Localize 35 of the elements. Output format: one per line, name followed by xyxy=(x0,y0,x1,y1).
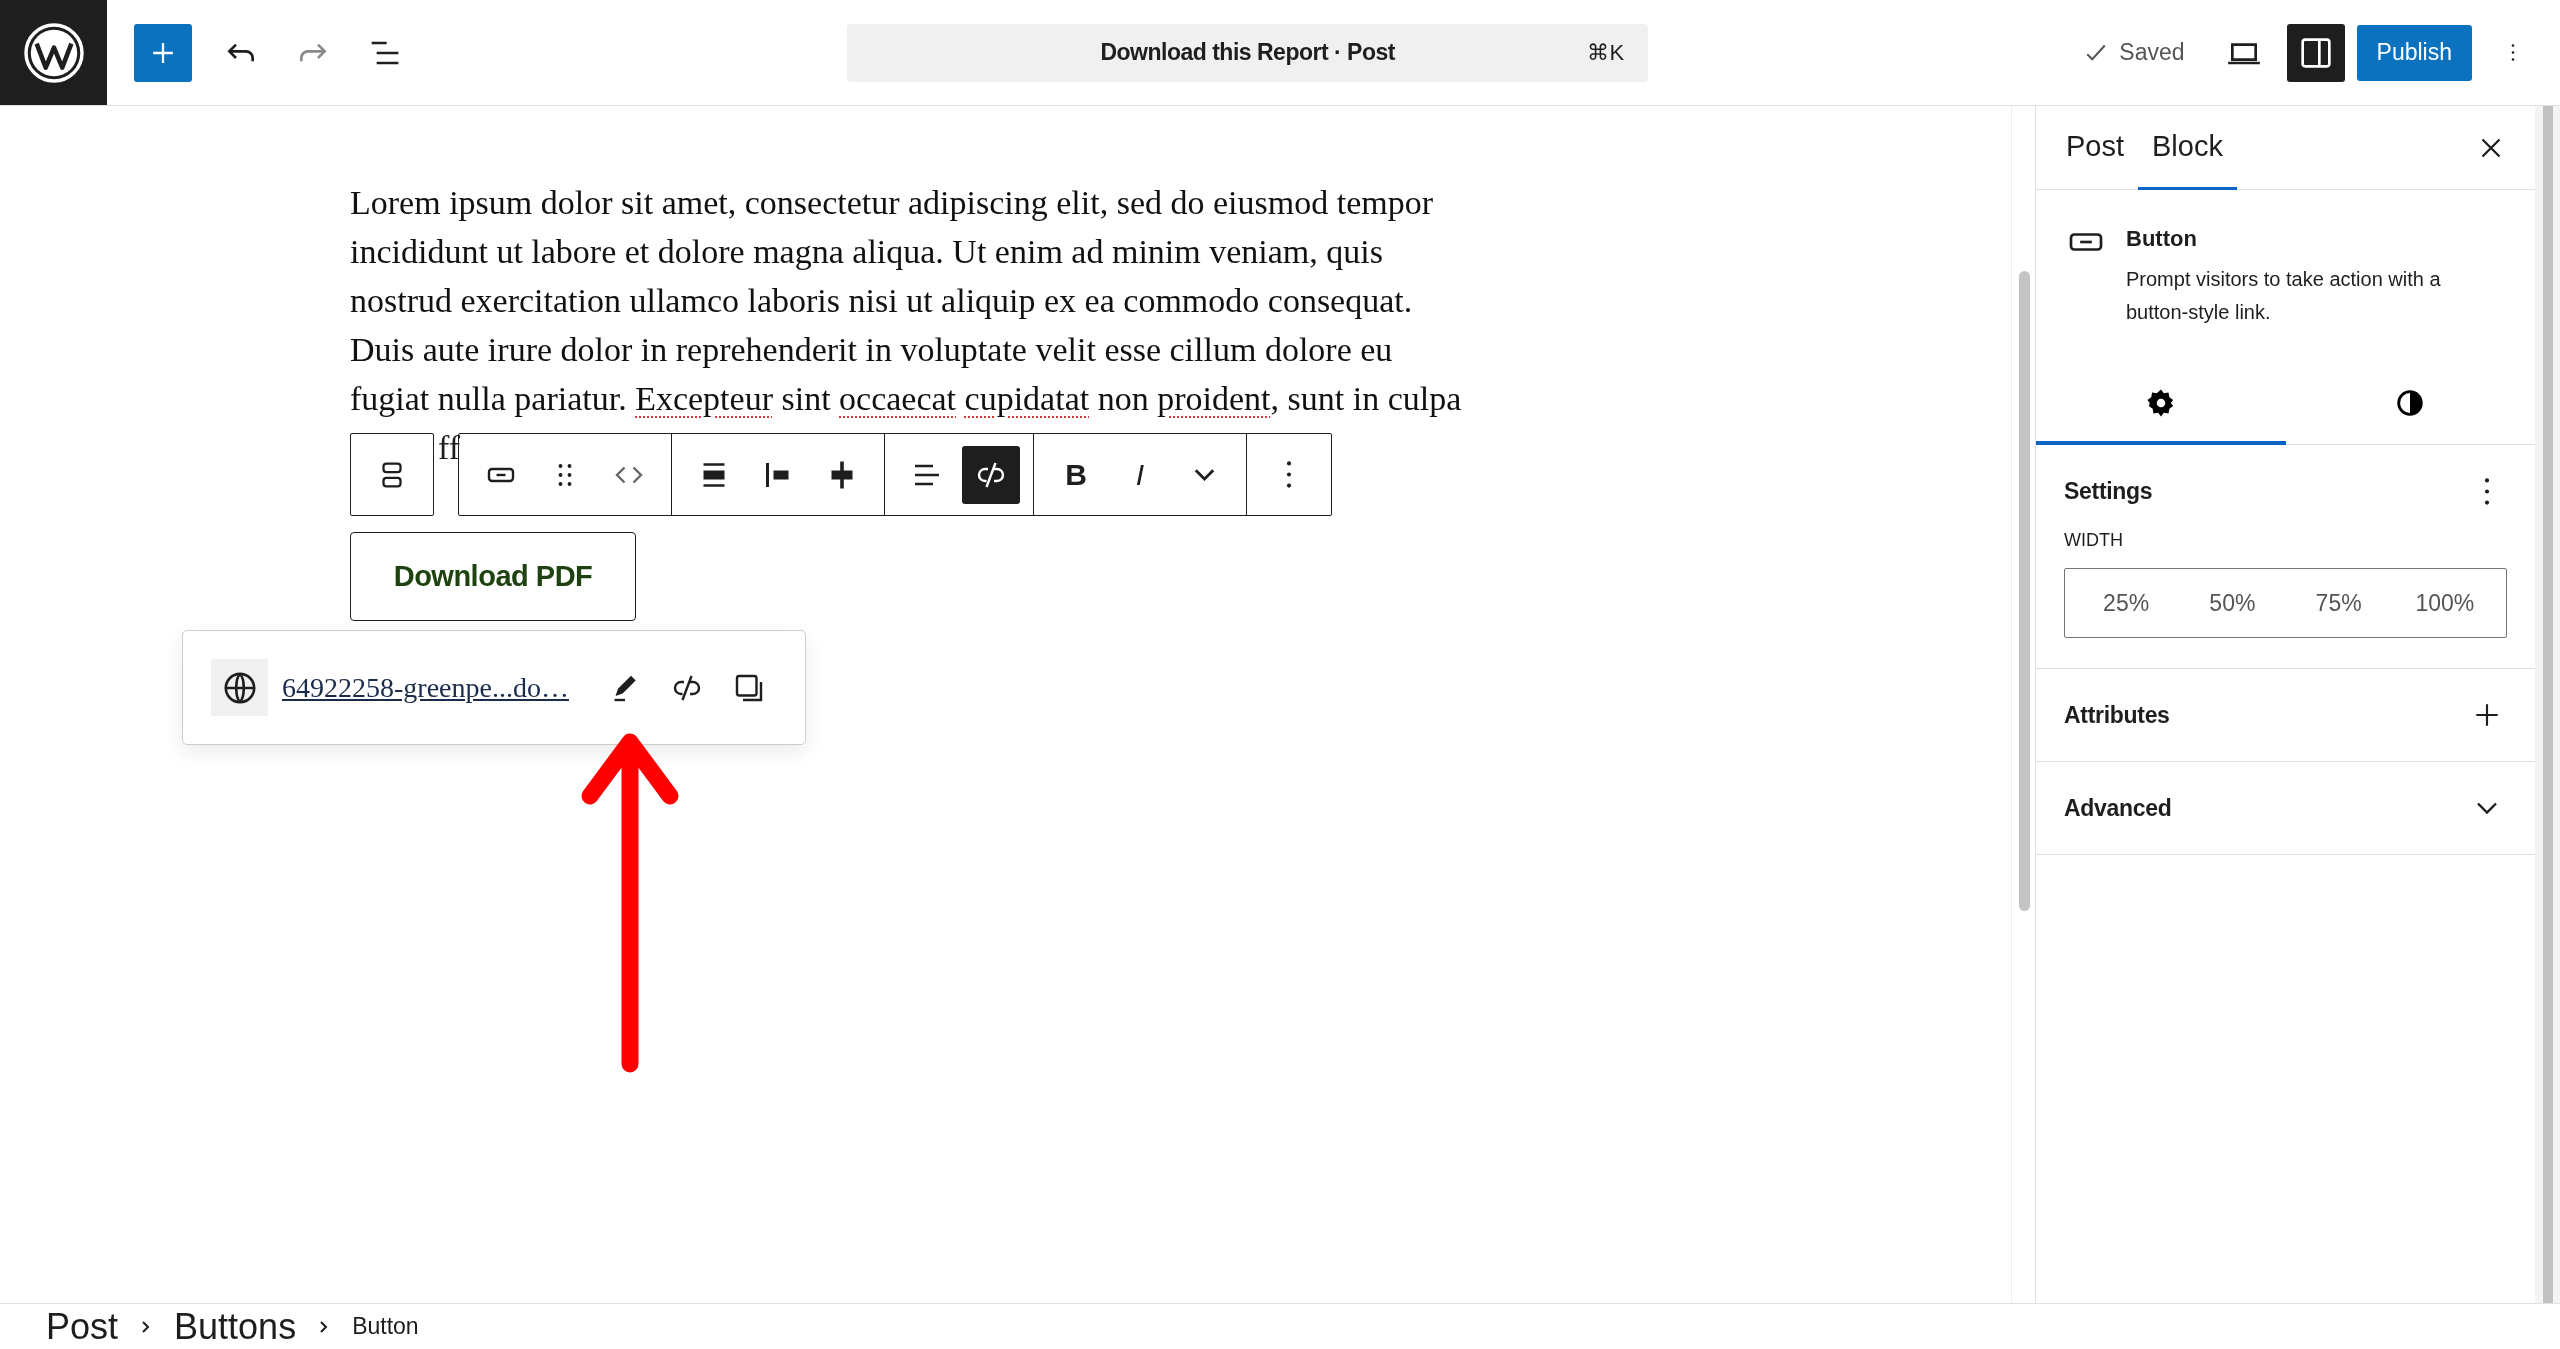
command-bar[interactable]: Download this Report · Post ⌘K xyxy=(847,23,1649,82)
field-label: WIDTH xyxy=(2064,529,2124,552)
toolbar-button[interactable]: B xyxy=(1047,445,1105,504)
toolbar-button[interactable] xyxy=(962,445,1020,504)
more-icon xyxy=(1286,461,1292,488)
publish-button[interactable]: Publish xyxy=(2356,24,2472,81)
sidebar-tab[interactable]: Block xyxy=(2138,106,2237,190)
download-button[interactable]: Download PDF xyxy=(350,532,636,621)
width-option[interactable]: 25% xyxy=(2073,575,2180,631)
settings-toggle-button[interactable] xyxy=(2286,23,2345,82)
breadcrumb-item[interactable]: Button xyxy=(352,1315,419,1338)
width-option[interactable]: 100% xyxy=(2391,575,2498,631)
more-icon xyxy=(2484,477,2490,505)
block-description: Prompt visitors to take action with a button-style link. xyxy=(2126,267,2442,325)
scrollbar-thumb[interactable] xyxy=(2019,271,2030,911)
block-title: Button xyxy=(2126,225,2198,253)
shortcut-hint: ⌘K xyxy=(1587,39,1625,67)
width-option[interactable]: 75% xyxy=(2285,575,2392,631)
breadcrumb-item[interactable]: Buttons xyxy=(174,1308,297,1345)
panel-title: Settings xyxy=(2064,476,2153,506)
paragraph-text: Lorem ipsum dolor sit amet, consectetur adipiscing elit, sed do eiusmod tempor incididunt ut labore et dolore magna aliqua. Ut enim ad minim veniam, quis nostrud exercitation ullamco laboris nisi ut aliquip ex ea commodo consequat. Duis aute irure dolor in reprehenderit in voluptate velit esse cillum dolore eu fugiat nulla pariatur. Excepteur sint occaecat cupidatat non proident, sunt in culpa xyxy=(350,183,1462,419)
add-block-button[interactable] xyxy=(134,23,192,82)
panel-title: Advanced xyxy=(2064,793,2172,823)
chevron-down-icon xyxy=(2476,802,2498,814)
save-status: Saved xyxy=(2119,38,2185,68)
toolbar-button[interactable]: I xyxy=(1111,445,1169,504)
panel-title: Attributes xyxy=(2064,700,2170,730)
sidebar-tab[interactable]: Post xyxy=(2052,106,2139,190)
link-url[interactable]: 64922258-greenpe...do… xyxy=(282,666,569,709)
document-title: Download this Report · Post xyxy=(1100,38,1395,68)
chevron-down-icon xyxy=(1193,468,1215,481)
logo-icon xyxy=(21,20,86,85)
width-option[interactable]: 50% xyxy=(2179,575,2286,631)
breadcrumb-item[interactable]: Post xyxy=(46,1308,119,1345)
scrollbar-thumb[interactable] xyxy=(2543,106,2553,1303)
